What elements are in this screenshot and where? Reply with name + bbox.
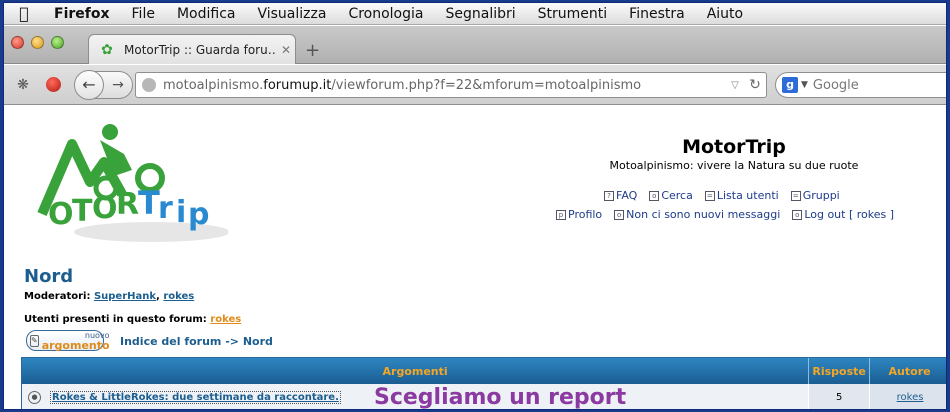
forum-title: Nord bbox=[24, 266, 74, 287]
search-link[interactable]: o Cerca bbox=[649, 189, 693, 202]
present-users-line: Utenti presenti in questo forum: rokes bbox=[24, 314, 242, 325]
zoom-window-button[interactable] bbox=[51, 36, 64, 49]
engine-dropdown-icon[interactable]: ▼ bbox=[801, 80, 808, 90]
motortrip-logo[interactable]: O T O R T r i p bbox=[32, 124, 228, 244]
tab-strip: ✿ MotorTrip :: Guarda foru… ✕ + bbox=[4, 26, 946, 64]
groups-icon: = bbox=[790, 190, 801, 201]
url-text: motoalpinismo.forumup.it/viewforum.php?f… bbox=[163, 77, 642, 93]
moderators-line: Moderatori: SuperHank, rokes bbox=[24, 291, 195, 302]
web-page: O T O R T r i p MotorTrip Motoalpinismo:… bbox=[4, 106, 946, 410]
present-user-link[interactable]: rokes bbox=[210, 314, 241, 325]
logo-letter: T bbox=[72, 194, 93, 229]
logo-letter: r bbox=[158, 191, 173, 226]
logo-letter: O bbox=[92, 191, 118, 226]
logo-letter: R bbox=[116, 187, 139, 222]
new-topic-label-bottom: argomento bbox=[41, 338, 110, 352]
annotation-overlay: Scegliamo un report bbox=[374, 385, 627, 410]
mac-menubar:  Firefox File Modifica Visualizza Crono… bbox=[4, 3, 946, 25]
menu-file[interactable]: File bbox=[122, 6, 167, 22]
window-controls bbox=[11, 36, 64, 49]
search-bar[interactable]: g ▼ Google bbox=[775, 72, 946, 98]
search-placeholder: Google bbox=[812, 77, 859, 93]
logout-link[interactable]: o Log out [ rokes ] bbox=[792, 208, 894, 221]
header-topics: Argomenti bbox=[22, 358, 810, 384]
close-tab-icon[interactable]: ✕ bbox=[277, 43, 295, 57]
site-title: MotorTrip bbox=[682, 136, 786, 158]
table-header: Argomenti Risposte Autore bbox=[22, 358, 946, 384]
menu-segnalibri[interactable]: Segnalibri bbox=[435, 6, 527, 22]
replies-count: 5 bbox=[809, 384, 871, 409]
navigation-toolbar: ❋ ← → motoalpinismo.forumup.it/viewforum… bbox=[4, 65, 946, 105]
addon-icon[interactable]: ❋ bbox=[12, 74, 34, 96]
topics-table: Argomenti Risposte Autore ● Rokes & Litt… bbox=[21, 357, 946, 410]
menu-strumenti[interactable]: Strumenti bbox=[528, 6, 620, 22]
magnifier-icon: o bbox=[649, 190, 660, 201]
reload-icon[interactable]: ↻ bbox=[744, 77, 766, 93]
back-button[interactable]: ← bbox=[74, 70, 104, 100]
record-stop-button[interactable] bbox=[46, 77, 61, 92]
moderator-link[interactable]: SuperHank bbox=[94, 291, 156, 302]
back-forward-group: ← → bbox=[74, 70, 133, 100]
new-tab-button[interactable]: + bbox=[305, 40, 320, 61]
logo-letter: i bbox=[176, 195, 186, 230]
message-icon: o bbox=[614, 209, 625, 220]
list-icon: = bbox=[704, 190, 715, 201]
menu-finestra[interactable]: Finestra bbox=[619, 6, 697, 22]
close-window-button[interactable] bbox=[11, 36, 24, 49]
logo-letter: T bbox=[138, 184, 160, 222]
help-icon: ? bbox=[604, 190, 614, 201]
forward-button[interactable]: → bbox=[104, 77, 132, 93]
profile-link[interactable]: p Profilo bbox=[556, 208, 602, 221]
menu-firefox[interactable]: Firefox bbox=[44, 6, 122, 22]
header-replies: Risposte bbox=[809, 358, 871, 384]
header-links-row1: ? FAQ o Cerca = Lista utenti = Gruppi bbox=[604, 189, 840, 202]
apple-icon[interactable]:  bbox=[4, 4, 44, 23]
messages-link[interactable]: o Non ci sono nuovi messaggi bbox=[614, 208, 780, 221]
menu-cronologia[interactable]: Cronologia bbox=[338, 6, 435, 22]
menu-modifica[interactable]: Modifica bbox=[167, 6, 248, 22]
history-dropdown-icon[interactable]: ▽ bbox=[726, 80, 744, 91]
topic-status-icon: ● bbox=[28, 391, 41, 404]
site-description: Motoalpinismo: vivere la Natura su due r… bbox=[609, 159, 859, 172]
faq-link[interactable]: ? FAQ bbox=[604, 189, 637, 202]
header-links-row2: p Profilo o Non ci sono nuovi messaggi o Lo… bbox=[556, 208, 894, 221]
table-row: ● Rokes & LittleRokes: due settimane da … bbox=[22, 384, 946, 410]
google-engine-icon[interactable]: g bbox=[782, 77, 798, 93]
logout-icon: o bbox=[792, 209, 803, 220]
url-bar[interactable]: motoalpinismo.forumup.it/viewforum.php?f… bbox=[135, 72, 767, 98]
breadcrumb[interactable]: Indice del forum -> Nord bbox=[120, 335, 273, 348]
header-author: Autore bbox=[870, 358, 946, 384]
new-topic-button[interactable]: ✎ nuovo argomento bbox=[26, 330, 110, 351]
pencil-icon: ✎ bbox=[30, 334, 39, 347]
members-link[interactable]: = Lista utenti bbox=[704, 189, 779, 202]
moderator-link[interactable]: rokes bbox=[163, 291, 194, 302]
author-link[interactable]: rokes bbox=[897, 392, 924, 403]
minimize-window-button[interactable] bbox=[31, 36, 44, 49]
motorbike-favicon-icon: ✿ bbox=[101, 41, 113, 58]
menu-aiuto[interactable]: Aiuto bbox=[697, 6, 755, 22]
screenshot-frame:  Firefox File Modifica Visualizza Crono… bbox=[3, 2, 947, 410]
tab-title: MotorTrip :: Guarda foru… bbox=[124, 42, 277, 57]
profile-icon: p bbox=[556, 209, 566, 220]
logo-letter: O bbox=[48, 197, 74, 232]
logo-letter: p bbox=[188, 197, 209, 232]
menu-visualizza[interactable]: Visualizza bbox=[247, 6, 338, 22]
site-identity-icon[interactable] bbox=[142, 78, 156, 92]
topic-link[interactable]: Rokes & LittleRokes: due settimane da ra… bbox=[50, 391, 341, 404]
tab-motortrip[interactable]: ✿ MotorTrip :: Guarda foru… ✕ bbox=[88, 34, 296, 64]
groups-link[interactable]: = Gruppi bbox=[790, 189, 840, 202]
